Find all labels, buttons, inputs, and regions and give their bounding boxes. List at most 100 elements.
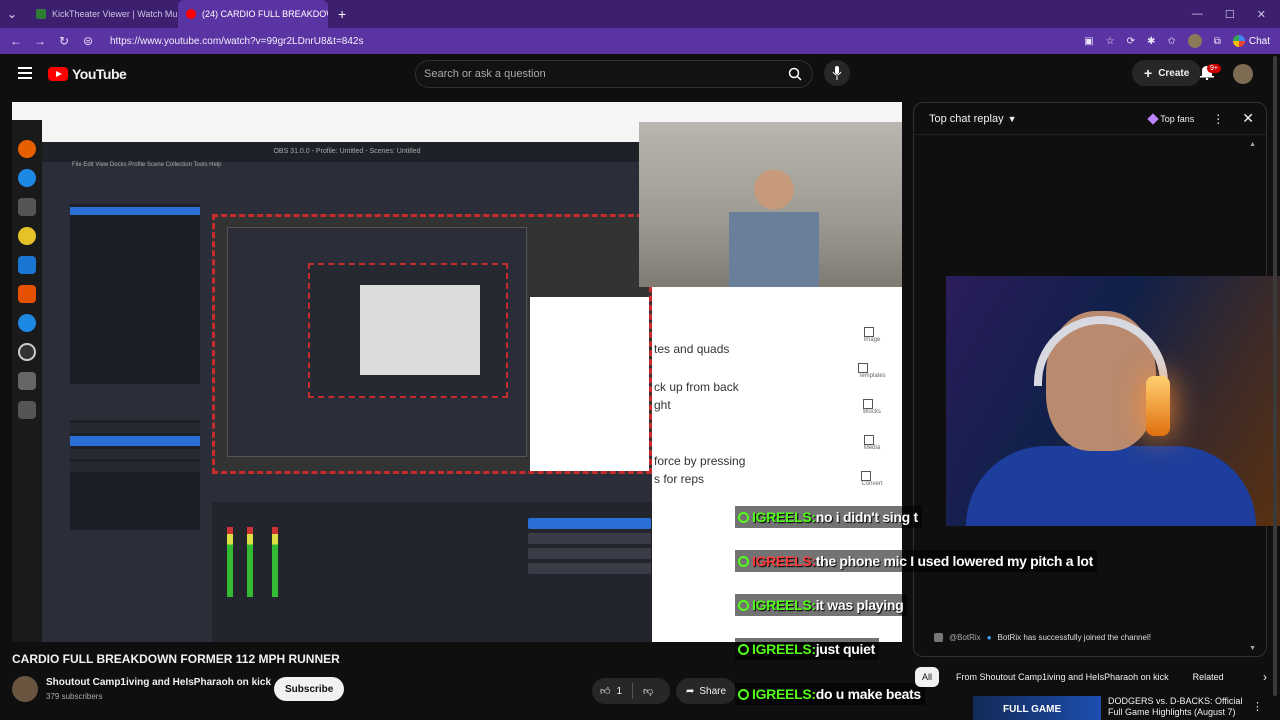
chip-from-channel[interactable]: From Shoutout Camp1iving and HeIsPharaoh…: [949, 667, 1176, 687]
minimize-icon[interactable]: —: [1192, 8, 1203, 20]
chip-all[interactable]: All: [915, 667, 940, 687]
forward-icon[interactable]: →: [34, 34, 46, 48]
overlay-chat-message: IGREELS: it was playing: [735, 594, 908, 616]
doc-line: ght: [654, 398, 671, 412]
chat-text: BotRix has successfully joined the chann…: [997, 633, 1151, 642]
headset-shape: [1034, 316, 1168, 386]
more-options-icon[interactable]: ⋮: [1212, 112, 1224, 126]
site-info-icon[interactable]: ⊜: [82, 34, 94, 48]
window-controls: — ☐ ✕: [1192, 0, 1280, 28]
voice-search-icon[interactable]: [824, 60, 850, 86]
nested-preview-inner: [308, 263, 508, 398]
obs-menubar: File Edit View Docks Profile Scene Colle…: [42, 162, 652, 176]
calendar-icon: [18, 256, 36, 274]
menu-icon[interactable]: [18, 67, 32, 79]
share-icon: ➦: [686, 685, 695, 697]
share-button[interactable]: ➦ Share: [676, 678, 737, 704]
search-placeholder: Search or ask a question: [424, 68, 546, 80]
firefox-icon: [18, 140, 36, 158]
doc-side-label: Templates: [858, 373, 886, 379]
overlay-chat-message: IGREELS: just quiet: [735, 638, 879, 660]
tab-title: (24) CARDIO FULL BREAKDOWN FC: [202, 9, 328, 19]
create-button[interactable]: + Create: [1132, 60, 1202, 86]
account-avatar[interactable]: [1233, 64, 1253, 84]
obs-sources-panel: [70, 420, 200, 530]
doc-line: ck up from back: [654, 380, 739, 394]
favorites-icon[interactable]: ✩: [1167, 36, 1175, 47]
search-input[interactable]: Search or ask a question: [415, 60, 813, 88]
close-window-icon[interactable]: ✕: [1257, 8, 1266, 21]
browser-tabstrip: ⌄ KickTheater Viewer | Watch Multi ✕ (24…: [0, 0, 1280, 28]
chat-author: @BotRix: [949, 633, 981, 642]
subscribe-button[interactable]: Subscribe: [274, 677, 345, 701]
browser-tab-youtube[interactable]: (24) CARDIO FULL BREAKDOWN FC ✕: [178, 0, 328, 28]
chat-text: do u make beats: [815, 686, 922, 702]
tab-list-icon[interactable]: ⌄: [6, 7, 18, 21]
obs-icon: [18, 343, 36, 361]
media-icon: [863, 435, 874, 445]
extension-icon[interactable]: ⟳: [1127, 36, 1135, 47]
doc-line: force by pressing: [654, 454, 746, 468]
reader-icon[interactable]: ▣: [1084, 36, 1093, 47]
doc-line: s for reps: [654, 472, 705, 486]
kick-icon: [738, 688, 749, 700]
scroll-down-icon[interactable]: ▼: [1249, 645, 1256, 652]
top-fans-button[interactable]: Top fans: [1147, 112, 1194, 125]
related-video-title[interactable]: DODGERS vs. D-BACKS: Official Full Game …: [1108, 696, 1248, 718]
puzzle-icon[interactable]: ✱: [1147, 36, 1155, 47]
kick-icon: [738, 643, 749, 655]
browser-tab-kicktheater[interactable]: KickTheater Viewer | Watch Multi ✕: [28, 0, 178, 28]
search-icon[interactable]: [778, 61, 812, 87]
subscriber-count: 379 subscribers: [46, 692, 103, 701]
reload-icon[interactable]: ↻: [58, 34, 70, 48]
obs-title: OBS 31.0.0 - Profile: Untitled - Scenes:…: [42, 142, 652, 162]
related-video-thumbnail[interactable]: FULL GAME: [973, 696, 1101, 720]
close-chat-icon[interactable]: ✕: [1242, 110, 1254, 127]
youtube-logo[interactable]: YouTube: [48, 66, 127, 82]
thumbs-up-icon: 👍︎: [600, 686, 611, 697]
folder-icon: [18, 198, 36, 216]
bookmark-star-icon[interactable]: ☆: [1106, 36, 1115, 47]
kick-icon: [738, 511, 749, 523]
like-count: 1: [616, 685, 623, 697]
text-app-icon: [18, 285, 36, 303]
channel-avatar[interactable]: [12, 676, 38, 702]
new-tab-icon[interactable]: +: [328, 6, 356, 22]
doc-side-label: Media: [863, 445, 881, 451]
top-fans-icon: [1147, 112, 1159, 125]
chevron-down-icon[interactable]: ▼: [1008, 114, 1017, 124]
maximize-icon[interactable]: ☐: [1225, 8, 1235, 21]
related-filter-chips: All From Shoutout Camp1iving and HeIsPha…: [913, 666, 1267, 688]
kicktheater-favicon-icon: [36, 9, 46, 19]
back-icon[interactable]: ←: [10, 34, 22, 48]
like-button[interactable]: 👍︎ 1: [600, 685, 623, 698]
chevron-right-icon[interactable]: ›: [1263, 670, 1267, 684]
page-scrollbar[interactable]: [1270, 56, 1280, 720]
overlay-chat-message: IGREELS: the phone mic I used lowered my…: [735, 550, 1097, 572]
browser-icon: [18, 169, 36, 187]
dislike-button[interactable]: 👎︎: [643, 685, 653, 697]
create-label: Create: [1158, 67, 1190, 79]
scroll-up-icon[interactable]: ▲: [1249, 141, 1256, 148]
convert-icon: [861, 471, 872, 481]
verified-icon: ●: [986, 633, 992, 642]
like-dislike-group: 👍︎ 1 👎︎: [592, 678, 670, 704]
browser-chat-button[interactable]: Chat: [1232, 35, 1270, 47]
chat-mode-dropdown[interactable]: Top chat replay: [929, 113, 1004, 125]
doc-side-label: Image: [863, 337, 881, 343]
url-field[interactable]: https://www.youtube.com/watch?v=99gr2LDn…: [110, 36, 363, 47]
profile-avatar[interactable]: [1187, 34, 1202, 48]
doc-line: tes and quads: [654, 342, 730, 356]
nested-preview-core: [360, 285, 480, 375]
trash-icon: [18, 401, 36, 419]
channel-name[interactable]: Shoutout Camp1iving and HeIsPharaoh on k…: [46, 677, 271, 688]
bot-avatar-icon: [934, 633, 943, 642]
notification-badge: 9+: [1207, 64, 1221, 73]
document-page: tes and quads ck up from back ght force …: [652, 287, 902, 642]
kick-icon: [738, 555, 749, 567]
related-more-icon[interactable]: ⋮: [1252, 700, 1263, 713]
chat-text: just quiet: [815, 641, 876, 657]
chip-related[interactable]: Related: [1186, 667, 1231, 687]
youtube-logo-text: YouTube: [72, 66, 127, 82]
collections-icon[interactable]: ⧉: [1214, 36, 1221, 47]
